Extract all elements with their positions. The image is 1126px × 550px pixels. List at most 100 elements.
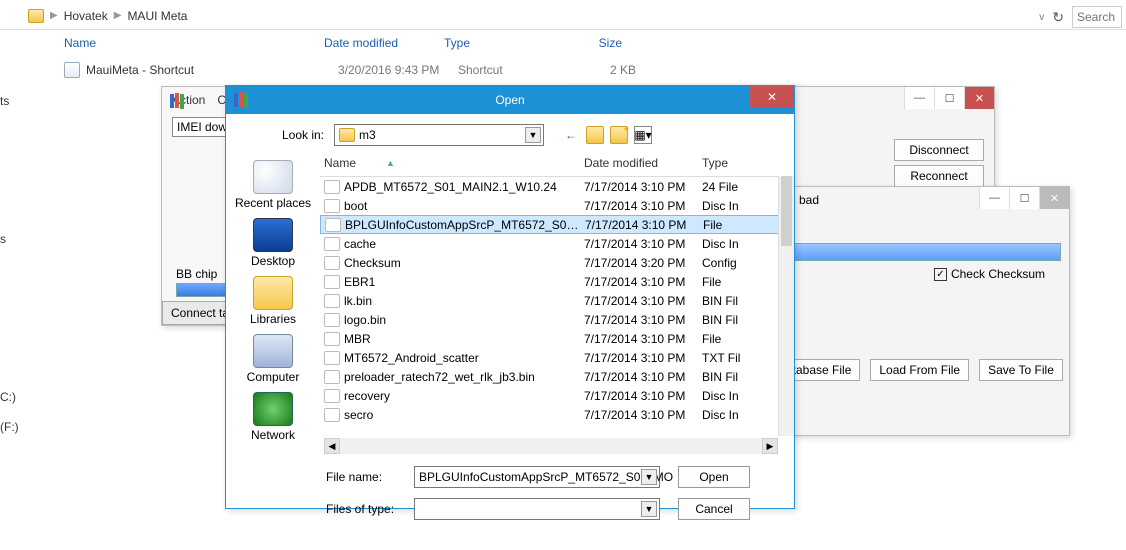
maximize-button[interactable]: ☐ xyxy=(1009,187,1039,209)
header-date[interactable]: Date modified xyxy=(584,156,702,170)
file-icon xyxy=(324,332,340,346)
explorer-file-row[interactable]: MauiMeta - Shortcut 3/20/2016 9:43 PM Sh… xyxy=(64,62,636,78)
sidebar-fragment: (F:) xyxy=(0,420,19,434)
open-button[interactable]: Open xyxy=(678,466,750,488)
file-name: lk.bin xyxy=(344,294,584,308)
header-type[interactable]: Type xyxy=(702,156,756,170)
close-button[interactable]: ✕ xyxy=(1039,187,1069,209)
chevron-down-icon[interactable]: v xyxy=(1039,12,1044,23)
place-label: Libraries xyxy=(250,312,296,326)
vertical-scrollbar[interactable] xyxy=(778,176,794,436)
file-row[interactable]: logo.bin 7/17/2014 3:10 PM BIN Fil xyxy=(320,310,794,329)
file-date: 7/17/2014 3:10 PM xyxy=(584,408,702,422)
view-menu-icon[interactable]: ▦▾ xyxy=(634,126,652,144)
load-from-file-button[interactable]: Load From File xyxy=(870,359,969,381)
sort-asc-icon: ▲ xyxy=(386,158,395,168)
checkbox-icon[interactable]: ✓ xyxy=(934,268,947,281)
place-desktop[interactable]: Desktop xyxy=(251,218,295,268)
close-button[interactable]: ✕ xyxy=(750,86,794,108)
file-row[interactable]: BPLGUInfoCustomAppSrcP_MT6572_S00_M... 7… xyxy=(320,215,794,234)
chevron-down-icon[interactable]: ▼ xyxy=(641,469,657,485)
column-date[interactable]: Date modified xyxy=(324,36,444,50)
file-date: 7/17/2014 3:10 PM xyxy=(585,218,703,232)
bb-chip-label: BB chip xyxy=(176,267,217,281)
file-row[interactable]: preloader_ratech72_wet_rlk_jb3.bin 7/17/… xyxy=(320,367,794,386)
column-size[interactable]: Size xyxy=(562,36,622,50)
file-date: 7/17/2014 3:10 PM xyxy=(584,180,702,194)
file-name: BPLGUInfoCustomAppSrcP_MT6572_S00_M... xyxy=(345,218,585,232)
maximize-button[interactable]: ☐ xyxy=(934,87,964,109)
save-to-file-button[interactable]: Save To File xyxy=(979,359,1063,381)
breadcrumb-item[interactable]: Hovatek xyxy=(64,9,108,23)
app-icon xyxy=(168,91,188,111)
file-icon xyxy=(324,199,340,213)
scroll-left-icon[interactable]: ◀ xyxy=(324,438,340,454)
file-type: File xyxy=(702,275,756,289)
checkbox-label: Check Checksum xyxy=(951,267,1045,281)
scroll-right-icon[interactable]: ▶ xyxy=(762,438,778,454)
scrollbar-thumb[interactable] xyxy=(781,176,792,246)
look-in-label: Look in: xyxy=(276,128,324,142)
up-folder-icon[interactable] xyxy=(586,126,604,144)
explorer-columns: Name Date modified Type Size xyxy=(64,36,622,50)
app-icon xyxy=(232,90,252,110)
horizontal-scrollbar[interactable]: ◀ ▶ xyxy=(324,438,778,454)
place-libraries[interactable]: Libraries xyxy=(250,276,296,326)
file-row[interactable]: secro 7/17/2014 3:10 PM Disc In xyxy=(320,405,794,423)
file-name-input[interactable]: BPLGUInfoCustomAppSrcP_MT6572_S00_MO ▼ xyxy=(414,466,660,488)
breadcrumb-item[interactable]: MAUI Meta xyxy=(127,9,187,23)
column-type[interactable]: Type xyxy=(444,36,562,50)
place-computer[interactable]: Computer xyxy=(247,334,300,384)
reconnect-button[interactable]: Reconnect xyxy=(894,165,984,187)
file-type-select[interactable]: ▼ xyxy=(414,498,660,520)
file-date: 7/17/2014 3:10 PM xyxy=(584,237,702,251)
file-date: 7/17/2014 3:10 PM xyxy=(584,332,702,346)
check-checksum[interactable]: ✓ Check Checksum xyxy=(934,267,1045,281)
close-button[interactable]: ✕ xyxy=(964,87,994,109)
place-network[interactable]: Network xyxy=(251,392,295,442)
file-size: 2 KB xyxy=(576,63,636,77)
file-name: MauiMeta - Shortcut xyxy=(86,63,338,77)
file-row[interactable]: Checksum 7/17/2014 3:20 PM Config xyxy=(320,253,794,272)
file-row[interactable]: recovery 7/17/2014 3:10 PM Disc In xyxy=(320,386,794,405)
breadcrumb[interactable]: ▶ Hovatek ▶ MAUI Meta xyxy=(0,9,187,23)
minimize-button[interactable]: — xyxy=(979,187,1009,209)
file-row[interactable]: lk.bin 7/17/2014 3:10 PM BIN Fil xyxy=(320,291,794,310)
file-date: 7/17/2014 3:10 PM xyxy=(584,389,702,403)
refresh-icon[interactable]: ↻ xyxy=(1052,9,1064,26)
dialog-titlebar[interactable]: Open ✕ xyxy=(226,86,794,114)
file-date: 7/17/2014 3:10 PM xyxy=(584,313,702,327)
file-list: Name ▲ Date modified Type APDB_MT6572_S01… xyxy=(320,152,794,460)
minimize-button[interactable]: — xyxy=(904,87,934,109)
file-type: File xyxy=(703,218,757,232)
file-name: Checksum xyxy=(344,256,584,270)
file-list-header[interactable]: Name ▲ Date modified Type xyxy=(320,152,794,177)
file-type: Disc In xyxy=(702,408,756,422)
file-row[interactable]: MT6572_Android_scatter 7/17/2014 3:10 PM… xyxy=(320,348,794,367)
place-recent[interactable]: Recent places xyxy=(235,160,311,210)
search-input[interactable] xyxy=(1072,6,1122,28)
file-type: Disc In xyxy=(702,199,756,213)
file-row[interactable]: MBR 7/17/2014 3:10 PM File xyxy=(320,329,794,348)
chevron-right-icon: ▶ xyxy=(50,10,58,21)
file-name: secro xyxy=(344,408,584,422)
place-label: Network xyxy=(251,428,295,442)
column-name[interactable]: Name xyxy=(64,36,324,50)
chevron-down-icon[interactable]: ▼ xyxy=(641,501,657,517)
look-in-select[interactable]: m3 ▼ xyxy=(334,124,544,146)
cancel-button[interactable]: Cancel xyxy=(678,498,750,520)
file-row[interactable]: APDB_MT6572_S01_MAIN2.1_W10.24 7/17/2014… xyxy=(320,177,794,196)
libraries-icon xyxy=(253,276,293,310)
new-folder-icon[interactable]: ✦ xyxy=(610,126,628,144)
file-row[interactable]: EBR1 7/17/2014 3:10 PM File xyxy=(320,272,794,291)
file-type: 24 File xyxy=(702,180,756,194)
file-date: 7/17/2014 3:10 PM xyxy=(584,370,702,384)
file-row[interactable]: boot 7/17/2014 3:10 PM Disc In xyxy=(320,196,794,215)
file-name: EBR1 xyxy=(344,275,584,289)
back-icon[interactable]: ← xyxy=(562,126,580,144)
file-row[interactable]: cache 7/17/2014 3:10 PM Disc In xyxy=(320,234,794,253)
disconnect-button[interactable]: Disconnect xyxy=(894,139,984,161)
chevron-down-icon[interactable]: ▼ xyxy=(525,127,541,143)
file-icon xyxy=(325,218,341,232)
header-name[interactable]: Name xyxy=(324,156,356,170)
